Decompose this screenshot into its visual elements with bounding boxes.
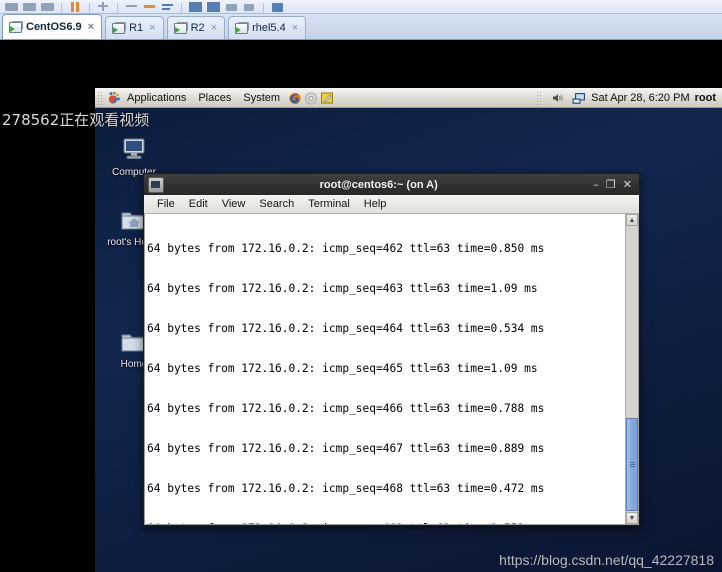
- vm-icon: [173, 22, 188, 34]
- menu-applications[interactable]: Applications: [121, 90, 192, 106]
- terminal-body[interactable]: 64 bytes from 172.16.0.2: icmp_seq=462 t…: [144, 214, 639, 525]
- vm-tab-label: R2: [190, 22, 205, 34]
- menu-help[interactable]: Help: [357, 196, 394, 212]
- terminal-line: 64 bytes from 172.16.0.2: icmp_seq=464 t…: [147, 321, 545, 335]
- panel-grip: [97, 90, 103, 105]
- firefox-icon[interactable]: [288, 91, 302, 105]
- terminal-line: 64 bytes from 172.16.0.2: icmp_seq=468 t…: [147, 481, 545, 495]
- print-preview-icon[interactable]: [242, 1, 257, 13]
- gnome-top-panel: Applications Places System Sat Apr 28, 6…: [95, 88, 722, 108]
- tray-grip: [536, 90, 543, 105]
- panel-right-icon[interactable]: [206, 1, 221, 13]
- maximize-icon[interactable]: ❐: [606, 179, 616, 190]
- toolbar-separator: [89, 3, 90, 13]
- minimize-icon[interactable]: –: [593, 179, 599, 190]
- close-icon[interactable]: ×: [211, 22, 217, 34]
- terminal-window[interactable]: root@centos6:~ (on A) – ❐ ✕ File Edit Vi…: [143, 173, 640, 526]
- scrollbar-thumb[interactable]: [626, 418, 638, 511]
- close-icon[interactable]: ×: [292, 22, 298, 34]
- menu-edit[interactable]: Edit: [182, 196, 215, 212]
- menu-places[interactable]: Places: [192, 90, 237, 106]
- vm-tab-centos69[interactable]: CentOS6.9 ×: [2, 14, 103, 39]
- menu-search[interactable]: Search: [252, 196, 301, 212]
- terminal-titlebar[interactable]: root@centos6:~ (on A) – ❐ ✕: [144, 174, 639, 195]
- toolbar-separator: [181, 3, 182, 13]
- help-icon[interactable]: [304, 91, 318, 105]
- vm-tab-r2[interactable]: R2 ×: [166, 16, 226, 39]
- terminal-output[interactable]: 64 bytes from 172.16.0.2: icmp_seq=462 t…: [145, 214, 625, 524]
- terminal-line: 64 bytes from 172.16.0.2: icmp_seq=466 t…: [147, 401, 545, 415]
- vm-icon: [9, 21, 23, 33]
- printer-icon[interactable]: [224, 1, 239, 13]
- terminal-title: root@centos6:~ (on A): [319, 178, 438, 191]
- desktop-icon-computer[interactable]: Computer: [101, 136, 167, 178]
- watching-overlay-text: 278562正在观看视频: [2, 111, 150, 129]
- close-icon[interactable]: ×: [88, 21, 94, 33]
- terminal-line: 64 bytes from 172.16.0.2: icmp_seq=463 t…: [147, 281, 538, 295]
- vm-tab-label: rhel5.4: [252, 22, 286, 34]
- menu-terminal[interactable]: Terminal: [301, 196, 357, 212]
- terminal-icon: [148, 176, 164, 193]
- panel-user[interactable]: root: [695, 92, 716, 104]
- vm-tab-rhel54[interactable]: rhel5.4 ×: [228, 16, 307, 39]
- terminal-scrollbar[interactable]: ▲ ▼: [625, 214, 638, 524]
- record-icon[interactable]: [4, 1, 19, 13]
- undo-icon[interactable]: [124, 1, 139, 13]
- vm-tab-r1[interactable]: R1 ×: [105, 16, 164, 39]
- gnome-foot-icon: [107, 91, 121, 105]
- step-icon[interactable]: [96, 1, 111, 13]
- menu-view[interactable]: View: [215, 196, 253, 212]
- toolbar-separator: [117, 3, 118, 13]
- panel-clock[interactable]: Sat Apr 28, 6:20 PM: [591, 92, 689, 104]
- volume-icon[interactable]: [551, 91, 565, 105]
- vm-tab-bar: CentOS6.9 × R1 × R2 × rhel5.4 ×: [0, 14, 722, 40]
- terminal-line: 64 bytes from 172.16.0.2: icmp_seq=469 t…: [147, 522, 625, 524]
- network-icon[interactable]: [572, 91, 586, 105]
- redo-icon[interactable]: [142, 1, 157, 13]
- terminal-menubar: File Edit View Search Terminal Help: [144, 195, 639, 214]
- text-editor-icon[interactable]: [320, 91, 334, 105]
- toolbar-separator: [263, 3, 264, 13]
- close-icon[interactable]: ×: [149, 22, 155, 34]
- panel-left-icon[interactable]: [188, 1, 203, 13]
- scroll-up-icon[interactable]: ▲: [626, 214, 638, 226]
- vm-tab-label: CentOS6.9: [26, 21, 82, 33]
- snapshot-icon[interactable]: [40, 1, 55, 13]
- vm-icon: [112, 22, 127, 34]
- vm-screen[interactable]: 278562正在观看视频 Applications Places System: [0, 41, 722, 572]
- toolbar-separator: [61, 3, 62, 13]
- guest-desktop[interactable]: Applications Places System Sat Apr 28, 6…: [95, 88, 722, 572]
- menu-system[interactable]: System: [237, 90, 286, 106]
- pause-icon[interactable]: [68, 1, 83, 13]
- window-icon[interactable]: [270, 1, 285, 13]
- forward-icon[interactable]: [160, 1, 175, 13]
- terminal-line: 64 bytes from 172.16.0.2: icmp_seq=465 t…: [147, 361, 538, 375]
- vm-tab-label: R1: [129, 22, 144, 34]
- computer-icon: [119, 138, 149, 167]
- watermark-url: https://blog.csdn.net/qq_42227818: [499, 552, 714, 568]
- capture-icon[interactable]: [22, 1, 37, 13]
- host-toolbar: [0, 0, 722, 14]
- terminal-line: 64 bytes from 172.16.0.2: icmp_seq=462 t…: [147, 241, 545, 255]
- menu-file[interactable]: File: [150, 196, 182, 212]
- vm-icon: [235, 22, 250, 34]
- close-icon[interactable]: ✕: [623, 179, 632, 190]
- scroll-down-icon[interactable]: ▼: [626, 512, 638, 524]
- terminal-line: 64 bytes from 172.16.0.2: icmp_seq=467 t…: [147, 441, 545, 455]
